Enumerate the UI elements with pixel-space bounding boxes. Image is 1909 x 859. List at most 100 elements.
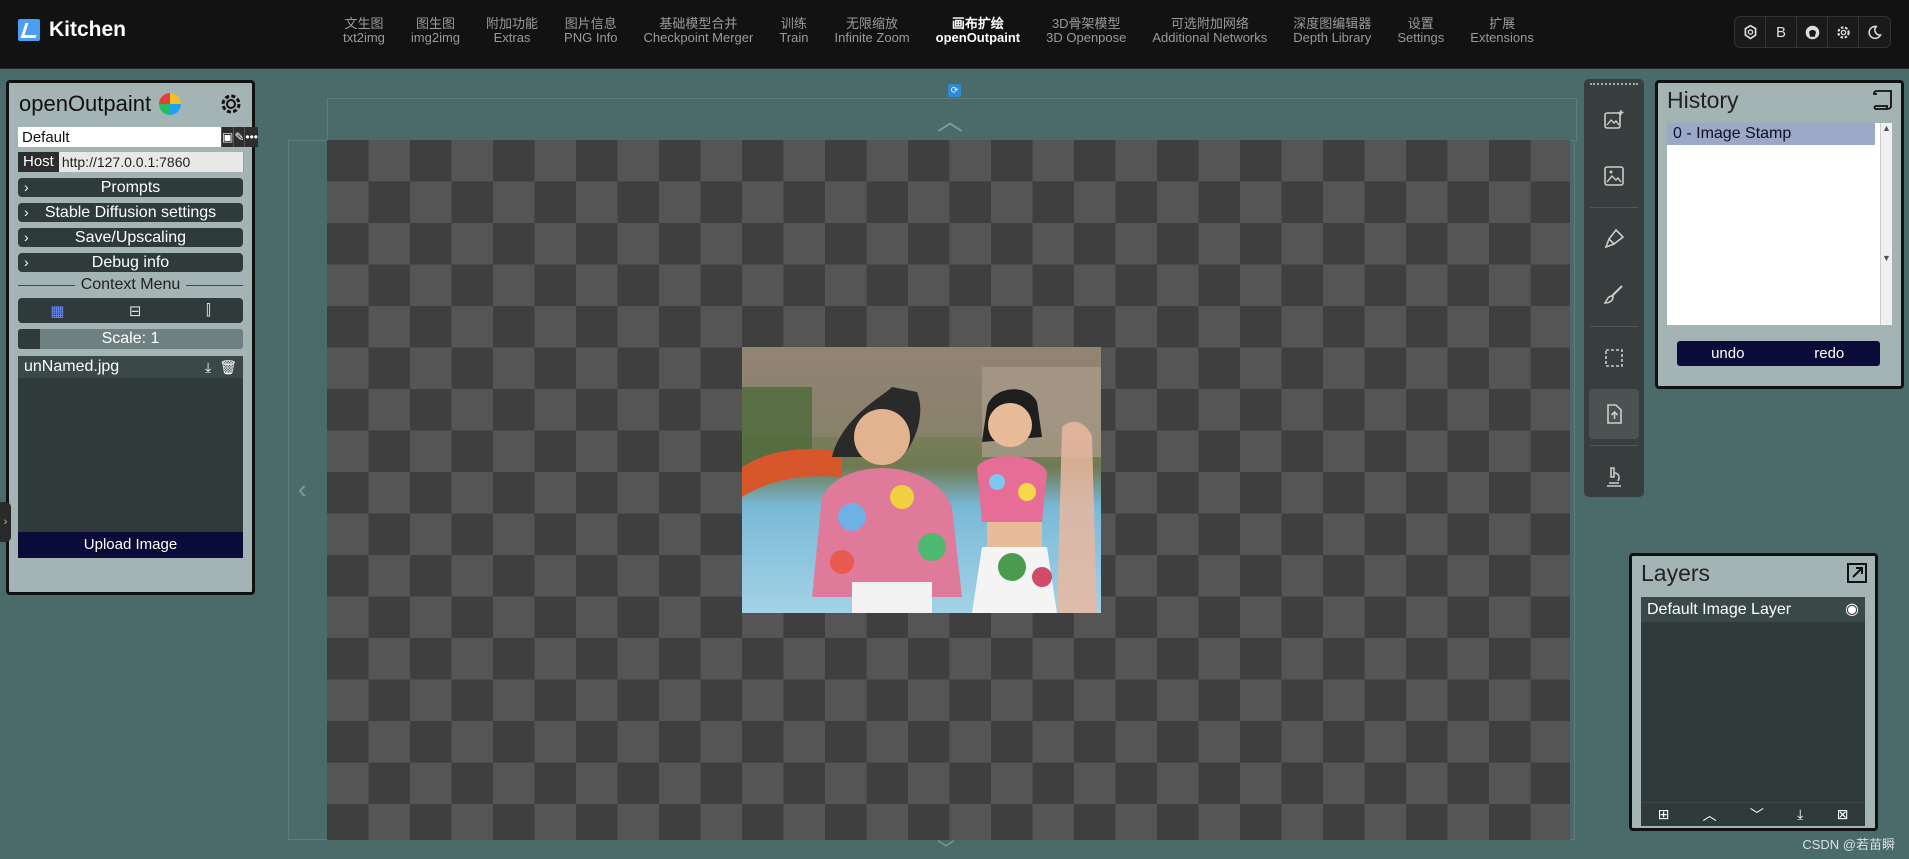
- nav-tab-label-zh: 基础模型合并: [659, 16, 738, 31]
- nav-tab-extras[interactable]: 附加功能 Extras: [473, 17, 551, 45]
- history-scrollbar[interactable]: ▲ ▼: [1880, 123, 1892, 325]
- file-name: unNamed.jpg: [24, 358, 120, 375]
- nav-tab-label-zh: 可选附加网络: [1170, 16, 1249, 31]
- photo-people-dancing-icon: [742, 347, 1101, 613]
- section-prompts[interactable]: › Prompts: [18, 178, 243, 197]
- undo-redo-bar: undo redo: [1677, 341, 1880, 366]
- nav-tab-settings[interactable]: 设置 Settings: [1384, 17, 1457, 45]
- refresh-handle-icon[interactable]: ⟳: [948, 84, 961, 97]
- redo-button[interactable]: redo: [1779, 341, 1881, 366]
- nav-tab-label-en: Additional Networks: [1152, 30, 1268, 45]
- nav-tab-label-zh: 深度图编辑器: [1293, 16, 1372, 31]
- section-label: Save/Upscaling: [74, 229, 187, 246]
- nav-tab-label-zh: 训练: [780, 16, 807, 31]
- nav-tab-label-zh: 图片信息: [564, 16, 617, 31]
- download-icon[interactable]: ⤓: [205, 356, 211, 378]
- nav-tab-txt2img[interactable]: 文生图 txt2img: [330, 17, 398, 45]
- section-stable-diffusion-settings[interactable]: › Stable Diffusion settings: [18, 203, 243, 222]
- nav-tab-img2img[interactable]: 图生图 img2img: [398, 17, 473, 45]
- more-icon[interactable]: •••: [244, 127, 259, 147]
- interrogate-icon[interactable]: [1589, 452, 1639, 502]
- toolbar-drag-handle[interactable]: [1590, 83, 1638, 87]
- add-layer-icon[interactable]: ⊞: [1658, 806, 1670, 823]
- file-item[interactable]: unNamed.jpg ⤓ 🗑: [18, 356, 243, 378]
- grid-icon[interactable]: ▦: [50, 302, 64, 320]
- dream-tool-icon[interactable]: [1589, 95, 1639, 145]
- expand-panel-handle[interactable]: ›: [0, 502, 11, 542]
- nav-tab-openoutpaint[interactable]: 画布扩绘 openOutpaint: [923, 17, 1034, 45]
- nav-tab-label-en: Depth Library: [1293, 30, 1372, 45]
- scroll-down-icon[interactable]: ﹀: [937, 840, 955, 858]
- stamp-image-icon[interactable]: [1589, 389, 1639, 439]
- eye-icon[interactable]: ◉: [1845, 597, 1859, 622]
- preset-select[interactable]: [18, 127, 221, 147]
- moon-icon[interactable]: [1859, 17, 1890, 47]
- nav-tab-label-en: Infinite Zoom: [834, 30, 910, 45]
- panel-title: openOutpaint: [19, 91, 152, 116]
- nav-tab-png-info[interactable]: 图片信息 PNG Info: [551, 17, 630, 45]
- nav-tab-3d-openpose[interactable]: 3D骨架模型 3D Openpose: [1033, 17, 1139, 45]
- nav-tab-label-zh: 图生图: [415, 16, 455, 31]
- panel-header: openOutpaint: [9, 83, 252, 125]
- layer-name: Default Image Layer: [1647, 601, 1792, 618]
- scale-slider-fill: [18, 329, 40, 349]
- nav-tab-label-zh: 文生图: [344, 16, 384, 31]
- history-list[interactable]: 0 - Image Stamp ▲ ▼: [1667, 123, 1892, 325]
- scroll-icon[interactable]: [1871, 88, 1895, 112]
- gear-icon[interactable]: [218, 91, 244, 117]
- nav-tab-label-zh: 扩展: [1489, 16, 1516, 31]
- nav-tab-infinite-zoom[interactable]: 无限缩放 Infinite Zoom: [821, 17, 922, 45]
- nav-tab-depth-library[interactable]: 深度图编辑器 Depth Library: [1280, 17, 1384, 45]
- settings-icon[interactable]: [1828, 17, 1859, 47]
- move-up-icon[interactable]: ︿: [1703, 805, 1717, 825]
- scroll-left-icon[interactable]: ‹: [298, 476, 307, 502]
- github-icon[interactable]: [1797, 17, 1828, 47]
- nav-tab-label-zh: 3D骨架模型: [1051, 16, 1121, 31]
- upload-image-button[interactable]: Upload Image: [18, 532, 243, 558]
- trash-icon[interactable]: 🗑: [219, 356, 237, 378]
- chevron-right-icon: ›: [24, 229, 29, 245]
- nav-tab-label-zh: 附加功能: [486, 16, 539, 31]
- stamped-image[interactable]: [742, 347, 1101, 613]
- expand-icon[interactable]: [1845, 561, 1869, 585]
- save-preset-icon[interactable]: ▣: [221, 127, 234, 147]
- selection-tool-icon[interactable]: [1589, 333, 1639, 383]
- delete-layer-icon[interactable]: ⊠: [1837, 806, 1849, 823]
- nav-tab-label-en: txt2img: [343, 30, 385, 45]
- section-save-upscaling[interactable]: › Save/Upscaling: [18, 228, 243, 247]
- color-brush-icon[interactable]: [1589, 270, 1639, 320]
- section-label: Debug info: [91, 254, 170, 271]
- scroll-up-icon[interactable]: ︿: [937, 108, 963, 134]
- host-label: Host: [18, 152, 59, 172]
- undo-button[interactable]: undo: [1677, 341, 1779, 366]
- scale-slider[interactable]: Scale: 1: [18, 329, 243, 349]
- move-down-icon[interactable]: ﹀: [1750, 805, 1764, 825]
- tool-toolbar: [1584, 79, 1644, 497]
- nav-tab-label-zh: 画布扩绘: [951, 16, 1004, 31]
- merge-down-icon[interactable]: ⤓: [1797, 806, 1803, 823]
- scale-label: Scale: 1: [101, 330, 160, 347]
- horizontal-split-icon[interactable]: ⊟: [129, 302, 142, 320]
- history-panel: History 0 - Image Stamp ▲ ▼ undo redo: [1655, 80, 1904, 389]
- kitchen-logo-icon: [18, 19, 40, 41]
- nav-tab-extensions[interactable]: 扩展 Extensions: [1457, 17, 1547, 45]
- b-icon[interactable]: B: [1766, 17, 1797, 47]
- nav-tab-checkpoint-merger[interactable]: 基础模型合并 Checkpoint Merger: [631, 17, 767, 45]
- edit-preset-icon[interactable]: ✎: [233, 127, 245, 147]
- section-label: Stable Diffusion settings: [44, 204, 217, 221]
- layers-list: Default Image Layer ◉ ⊞ ︿ ﹀ ⤓ ⊠: [1641, 597, 1865, 826]
- layers-title: Layers: [1641, 559, 1711, 586]
- section-debug-info[interactable]: › Debug info: [18, 253, 243, 272]
- mask-brush-icon[interactable]: [1589, 214, 1639, 264]
- nav-tab-additional-networks[interactable]: 可选附加网络 Additional Networks: [1139, 17, 1280, 45]
- host-input[interactable]: [58, 152, 243, 172]
- host-row: Host: [18, 152, 243, 172]
- openai-icon[interactable]: [1735, 17, 1766, 47]
- img2img-tool-icon[interactable]: [1589, 151, 1639, 201]
- nav-tab-train[interactable]: 训练 Train: [766, 17, 821, 45]
- history-item[interactable]: 0 - Image Stamp: [1667, 123, 1875, 145]
- app-logo[interactable]: Kitchen: [18, 18, 126, 42]
- nav-tab-label-en: Checkpoint Merger: [643, 30, 754, 45]
- layer-item[interactable]: Default Image Layer ◉: [1641, 597, 1865, 622]
- vertical-split-icon[interactable]: ⫿: [206, 302, 211, 319]
